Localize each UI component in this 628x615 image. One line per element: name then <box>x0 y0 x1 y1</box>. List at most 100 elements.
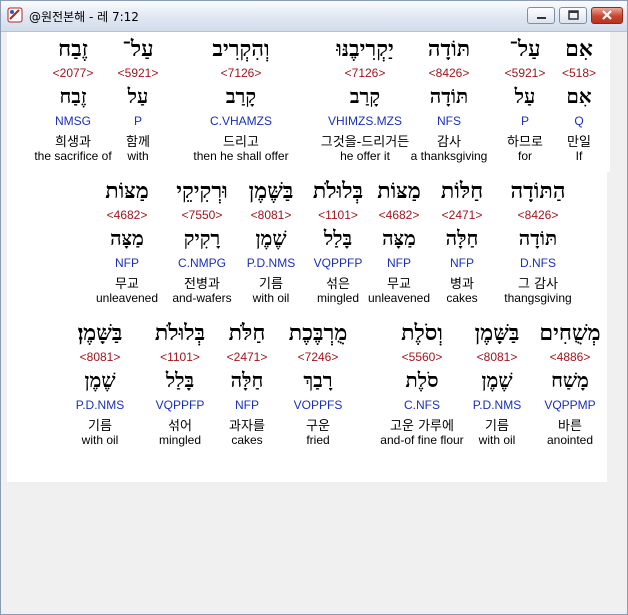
hebrew-word: וְהִקְרִיב <box>212 36 270 62</box>
word-column[interactable]: זֶבַח <2077> זֶבַח NMSG 희생과 the sacrifice of <box>25 32 121 172</box>
morphology-code: NFP <box>450 256 474 270</box>
strong-number[interactable]: <1101> <box>145 350 215 364</box>
korean-gloss: 그것을-드리거든 <box>320 135 410 150</box>
word-column[interactable]: הַתּוֹדָה <8426> תּוֹדָה D.NFS 그 감사 thangsgiv… <box>498 174 578 314</box>
strong-number[interactable]: <8081> <box>65 350 135 364</box>
hebrew-lemma: זֶבַח <box>59 84 87 108</box>
strong-number[interactable]: <5560> <box>380 350 464 364</box>
strong-number[interactable]: <7246> <box>283 350 353 364</box>
title-bar[interactable]: @원전본해 - 레 7:12 <box>1 1 627 32</box>
hebrew-word: בְּלוּלֹת <box>312 178 364 204</box>
korean-gloss: 전병과 <box>184 277 220 292</box>
hebrew-lemma: שֶׁמֶן <box>84 368 116 392</box>
korean-gloss: 병과 <box>450 277 474 292</box>
morphology-code: P <box>520 114 529 128</box>
word-column[interactable]: מַצּוֹת <4682> מַצָּה NFP 무교 unleavened <box>363 174 435 314</box>
english-gloss: fried <box>306 433 330 447</box>
strong-number[interactable]: <8081> <box>462 350 532 364</box>
word-column[interactable]: בַּשֶּׁמֶן <8081> שֶׁמֶן P.D.NMS 기름 with oil <box>236 174 306 314</box>
strong-number[interactable]: <518> <box>548 66 610 80</box>
english-gloss: cakes <box>231 433 263 447</box>
word-column[interactable]: מְשֻׁחִים <4886> מָשַׁח VQPPMP 바른 anointed <box>535 316 605 456</box>
korean-gloss: 그 감사 <box>517 277 558 292</box>
hebrew-word: חַלּוֹת <box>440 178 484 204</box>
maximize-button[interactable] <box>559 7 587 24</box>
korean-gloss: 섞은 <box>326 277 350 292</box>
word-column[interactable]: בְּלוּלֹת <1101> בָּלַל VQPPFP 섞어 mingled <box>145 316 215 456</box>
word-column[interactable]: בַּשָּׁמֶן׃ <8081> שֶׁמֶן P.D.NMS 기름 with oil <box>65 316 135 456</box>
word-column[interactable]: בְּלוּלֹת <1101> בָּלַל VQPPFP 섞은 mingled <box>306 174 370 314</box>
strong-number[interactable]: <2471> <box>212 350 282 364</box>
hebrew-lemma: רָבַךְ <box>303 368 333 392</box>
word-column[interactable]: חַלֹּת <2471> חַלָּה NFP 과자를 cakes <box>212 316 282 456</box>
korean-gloss: 구운 <box>306 419 330 434</box>
hebrew-word: מַצּוֹת <box>377 178 421 204</box>
minimize-icon <box>537 17 546 19</box>
morphology-code: P.D.NMS <box>75 398 125 412</box>
hebrew-lemma: סֹלֶת <box>405 368 439 392</box>
morphology-code: VQPPMP <box>544 398 596 412</box>
strong-number[interactable]: <4682> <box>363 208 435 222</box>
hebrew-lemma: קָרַב <box>225 84 257 108</box>
strong-number[interactable]: <2471> <box>431 208 493 222</box>
english-gloss: he offer it <box>340 149 390 163</box>
morphology-code: P.D.NMS <box>246 256 296 270</box>
minimize-button[interactable] <box>527 7 555 24</box>
hebrew-word: מַצּוֹת <box>105 178 149 204</box>
morphology-code: D.NFS <box>520 256 556 270</box>
word-column[interactable]: וְסֹלֶת <5560> סֹלֶת C.NFS 고운 가루에 and-of fine… <box>380 316 464 456</box>
strong-number[interactable]: <7550> <box>167 208 237 222</box>
morphology-code: NFP <box>387 256 411 270</box>
hebrew-word: בְּלוּלֹת <box>154 320 206 346</box>
strong-number[interactable]: <8426> <box>498 208 578 222</box>
strong-number[interactable]: <2077> <box>25 66 121 80</box>
word-column[interactable]: עַל־ <5921> עַל P 하므로 for <box>494 32 556 172</box>
hebrew-word: הַתּוֹדָה <box>510 178 566 204</box>
hebrew-word: יַקְרִיבֶנּוּ <box>336 36 394 62</box>
english-gloss: mingled <box>158 433 202 447</box>
bible-app-icon <box>7 7 23 23</box>
word-column[interactable]: מַצּוֹת <4682> מַצָּה NFP 무교 unleavened <box>91 174 163 314</box>
korean-gloss: 고운 가루에 <box>390 419 454 434</box>
word-column[interactable]: בַּשָּׁמֶן <8081> שֶׁמֶן P.D.NMS 기름 with oil <box>462 316 532 456</box>
strong-number[interactable]: <4682> <box>91 208 163 222</box>
hebrew-lemma: חַלָּה <box>445 226 479 250</box>
hebrew-lemma: מָשַׁח <box>551 368 589 392</box>
english-gloss: and-of fine flour <box>380 433 464 447</box>
hebrew-lemma: מַצָּה <box>382 226 416 250</box>
strong-number[interactable]: <4886> <box>535 350 605 364</box>
strong-number[interactable]: <7126> <box>187 66 295 80</box>
strong-number[interactable]: <1101> <box>306 208 370 222</box>
morphology-code: P.D.NMS <box>472 398 522 412</box>
morphology-code: NMSG <box>55 114 91 128</box>
hebrew-lemma: רָקִיק <box>183 226 221 250</box>
strong-number[interactable]: <5921> <box>494 66 556 80</box>
word-column[interactable]: מֻרְבֶּכֶת <7246> רָבַךְ VOPPFS 구운 fried <box>283 316 353 456</box>
morphology-code: Q <box>574 114 584 128</box>
hebrew-lemma: חַלָּה <box>230 368 264 392</box>
close-button[interactable] <box>591 7 623 24</box>
english-gloss: thangsgiving <box>504 291 572 305</box>
korean-gloss: 드리고 <box>223 135 259 150</box>
korean-gloss: 만일 <box>567 135 591 150</box>
strong-number[interactable]: <8081> <box>236 208 306 222</box>
english-gloss: with oil <box>478 433 516 447</box>
morphology-code: VQPPFP <box>155 398 205 412</box>
hebrew-lemma: עַל <box>514 84 536 108</box>
app-window: @원전본해 - 레 7:12 אִם <518> אִם Q 만일 If עַל־ <5921… <box>0 0 628 615</box>
word-column[interactable]: חַלּוֹת <2471> חַלָּה NFP 병과 cakes <box>431 174 493 314</box>
hebrew-word: מְשֻׁחִים <box>539 320 601 346</box>
hebrew-lemma: בָּלַל <box>323 226 353 250</box>
hebrew-word: מֻרְבֶּכֶת <box>288 320 348 346</box>
word-column[interactable]: יַקְרִיבֶנּוּ <7126> קָרַב VHIMZS.MZS 그것을-드리… <box>306 32 424 172</box>
korean-gloss: 기름 <box>485 419 509 434</box>
hebrew-lemma: תּוֹדָה <box>518 226 558 250</box>
hebrew-lemma: אִם <box>566 84 592 108</box>
english-gloss: then he shall offer <box>193 149 289 163</box>
word-column[interactable]: וּרְקִיקֵי <7550> רָקִיק C.NMPG 전병과 and-wafer… <box>167 174 237 314</box>
word-column[interactable]: אִם <518> אִם Q 만일 If <box>548 32 610 172</box>
word-column[interactable]: וְהִקְרִיב <7126> קָרַב C.VHAMZS 드리고 then he … <box>187 32 295 172</box>
korean-gloss: 바른 <box>558 419 582 434</box>
morphology-code: VOPPFS <box>293 398 343 412</box>
strong-number[interactable]: <7126> <box>306 66 424 80</box>
